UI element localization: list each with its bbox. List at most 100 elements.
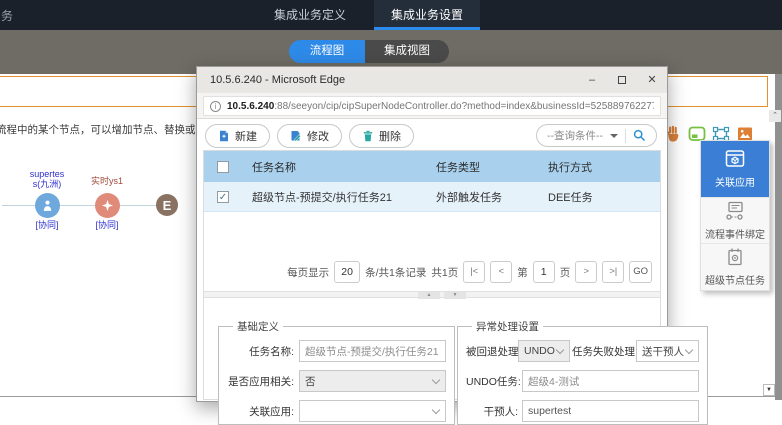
row-checkbox[interactable]: ✓ (217, 191, 229, 203)
fail-handle-label: 任务失败处理: (570, 344, 636, 359)
search-icon[interactable] (633, 129, 646, 142)
task-list-panel: 任务名称 任务类型 执行方式 ✓ 超级节点-预提交/执行任务21 外部触发任务 … (203, 150, 661, 400)
related-app-icon (725, 149, 745, 169)
view-toggle: 流程图 集成视图 (289, 40, 449, 63)
sidebar-item-label: 超级节点任务 (705, 272, 765, 287)
edge-popup-window: 10.5.6.240 - Microsoft Edge – ✕ i 10.5.6… (196, 66, 668, 402)
scroll-down-button[interactable]: ▼ (763, 384, 775, 396)
table-row[interactable]: ✓ 超级节点-预提交/执行任务21 外部触发任务 DEE任务 (204, 182, 660, 212)
close-button[interactable]: ✕ (637, 67, 667, 93)
chevron-down-icon (610, 134, 618, 138)
trash-icon (362, 130, 374, 142)
divider (625, 129, 626, 143)
url-bar: i 10.5.6.240 :88/seeyon/cip/cipSuperNode… (197, 93, 667, 119)
per-page-label: 每页显示 (287, 265, 329, 280)
col-exec-mode: 执行方式 (538, 159, 660, 175)
window-content: 新建 修改 删除 --查询条件-- (197, 119, 667, 401)
supernode-task-icon (725, 247, 745, 267)
panel-splitter[interactable]: ▲ ▼ (204, 291, 660, 298)
intervener-label: 干预人: (466, 404, 522, 419)
node1-label: supertess(九洲) (17, 169, 77, 190)
task-toolbar: 新建 修改 删除 (205, 124, 414, 148)
first-page-button[interactable]: |< (463, 261, 485, 283)
last-page-button[interactable]: >| (602, 261, 624, 283)
cell-exec-mode: DEE任务 (538, 189, 660, 205)
rollback-select[interactable]: UNDO (518, 340, 570, 362)
right-scrollbar-track[interactable] (775, 74, 782, 400)
col-task-name: 任务名称 (242, 159, 426, 175)
undo-task-input[interactable] (522, 370, 699, 392)
maximize-icon (618, 76, 626, 84)
view-toggle-integration[interactable]: 集成视图 (365, 40, 449, 63)
related-app-label: 关联应用: (227, 404, 299, 419)
flow-node-trigger[interactable] (95, 193, 120, 218)
select-all-checkbox[interactable] (217, 161, 229, 173)
exception-settings-legend: 异常处理设置 (472, 319, 543, 334)
cell-task-type: 外部触发任务 (426, 189, 538, 205)
node-tools-panel: 关联应用 流程事件绑定 超级节点任务 (700, 140, 770, 291)
sidebar-item-supernode-task[interactable]: 超级节点任务 (701, 244, 769, 290)
col-task-type: 任务类型 (426, 159, 538, 175)
star-icon (101, 199, 114, 212)
address-field[interactable]: i 10.5.6.240 :88/seeyon/cip/cipSuperNode… (203, 96, 661, 116)
modify-button[interactable]: 修改 (277, 124, 342, 148)
related-app-select[interactable] (299, 400, 446, 422)
table-header: 任务名称 任务类型 执行方式 (204, 151, 660, 182)
chevron-down-icon (432, 376, 440, 384)
event-binding-icon (725, 201, 745, 221)
tab-integration-definition[interactable]: 集成业务定义 (255, 0, 365, 30)
page-info-icon[interactable]: i (210, 101, 221, 112)
delete-button[interactable]: 删除 (349, 124, 414, 148)
splitter-down-icon[interactable]: ▼ (444, 292, 466, 299)
flow-node-end[interactable]: E (156, 194, 178, 216)
prev-page-button[interactable]: < (490, 261, 512, 283)
tab-integration-settings[interactable]: 集成业务设置 (374, 0, 480, 30)
query-condition-dropdown[interactable]: --查询条件-- (536, 124, 657, 147)
splitter-up-icon[interactable]: ▲ (418, 292, 440, 299)
next-page-button[interactable]: > (575, 261, 597, 283)
chevron-down-icon (556, 346, 564, 354)
minimize-button[interactable]: – (577, 67, 607, 93)
go-button[interactable]: GO (629, 261, 652, 283)
task-name-label: 任务名称: (227, 344, 299, 359)
per-page-input[interactable] (334, 261, 360, 283)
scroll-up-button[interactable]: ⌃ (769, 110, 781, 122)
records-label: 条/共1条记录 (365, 265, 426, 280)
page-number-input[interactable] (533, 261, 555, 283)
new-doc-icon (218, 130, 230, 142)
total-pages-label: 共1页 (431, 265, 458, 280)
basic-definition-group: 基础定义 任务名称: 是否应用相关: 否 关联应用: (218, 319, 455, 425)
url-host: 10.5.6.240 (227, 101, 274, 112)
task-name-input[interactable] (299, 340, 446, 362)
page-label-pre: 第 (517, 265, 528, 280)
chevron-down-icon (685, 346, 693, 354)
intervener-input[interactable] (522, 400, 699, 422)
maximize-button[interactable] (607, 67, 637, 93)
node2-label: 实时ys1 (83, 176, 131, 186)
node1-sub-label: [协同] (27, 220, 67, 230)
url-path: :88/seeyon/cip/cipSuperNodeController.do… (274, 101, 654, 112)
app-related-label: 是否应用相关: (227, 374, 299, 389)
page-label-post: 页 (560, 265, 571, 280)
window-titlebar[interactable]: 10.5.6.240 - Microsoft Edge – ✕ (197, 67, 667, 93)
undo-task-label: UNDO任务: (466, 374, 522, 389)
cell-task-name: 超级节点-预提交/执行任务21 (242, 189, 426, 205)
top-nav-partial-item[interactable]: 务 (1, 7, 13, 24)
person-icon (41, 199, 54, 212)
node2-sub-label: [协同] (87, 220, 127, 230)
query-condition-text: --查询条件-- (547, 128, 603, 143)
flow-node-person[interactable] (35, 193, 60, 218)
sidebar-item-related-app[interactable]: 关联应用 (701, 141, 769, 198)
rollback-label: 被回退处理: (466, 344, 518, 359)
new-button[interactable]: 新建 (205, 124, 270, 148)
sidebar-item-label: 关联应用 (715, 174, 755, 189)
flow-connector-line (2, 205, 170, 206)
app-related-select[interactable]: 否 (299, 370, 446, 392)
window-title: 10.5.6.240 - Microsoft Edge (197, 74, 577, 86)
basic-definition-legend: 基础定义 (233, 319, 283, 334)
view-toggle-flowchart[interactable]: 流程图 (289, 40, 365, 63)
top-nav-bar: 务 集成业务定义 集成业务设置 (0, 0, 782, 30)
fail-handle-select[interactable]: 送干预人 (636, 340, 699, 362)
sidebar-item-event-binding[interactable]: 流程事件绑定 (701, 198, 769, 244)
sidebar-item-label: 流程事件绑定 (705, 226, 765, 241)
